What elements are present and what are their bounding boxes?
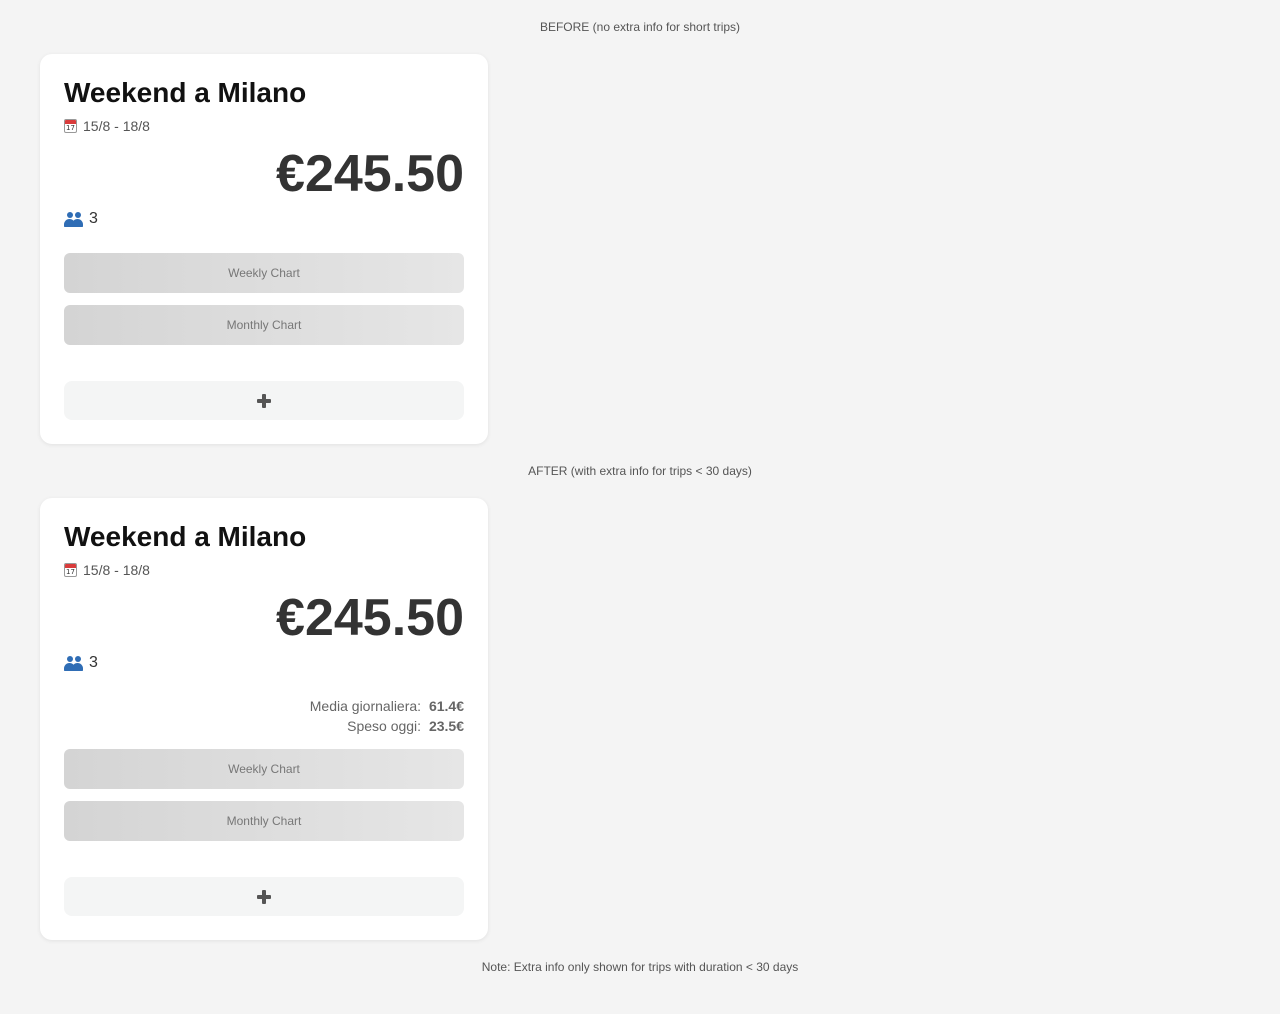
after-caption: AFTER (with extra info for trips < 30 da… [528,464,752,478]
trip-card-after: Weekend a Milano 15/8 - 18/8 €245.50 3 M… [40,498,488,940]
people-icon [64,211,84,227]
trip-dates-text: 15/8 - 18/8 [83,118,150,134]
people-count-text: 3 [89,654,98,671]
trip-total-amount: €245.50 [276,145,464,203]
calendar-icon [64,563,77,577]
trip-people-count: 3 [64,209,98,229]
spent-today-value: 23.5€ [428,718,464,734]
plus-icon [257,890,271,905]
trip-dates: 15/8 - 18/8 [64,117,150,135]
plus-icon [257,394,271,409]
monthly-chart-button[interactable]: Monthly Chart [64,801,464,841]
trip-dates: 15/8 - 18/8 [64,561,150,579]
add-expense-button[interactable] [64,381,464,420]
spent-today-label: Speso oggi: [347,718,422,734]
before-caption: BEFORE (no extra info for short trips) [539,20,741,34]
spent-today-row: Speso oggi: 23.5€ [310,716,464,736]
trip-total-amount: €245.50 [276,589,464,647]
weekly-chart-button[interactable]: Weekly Chart [64,749,464,789]
add-expense-button[interactable] [64,877,464,916]
extra-info: Media giornaliera: 61.4€ Speso oggi: 23.… [310,696,464,736]
trip-card-before: Weekend a Milano 15/8 - 18/8 €245.50 3 W… [40,54,488,444]
trip-title: Weekend a Milano [64,77,307,108]
trip-title: Weekend a Milano [64,521,307,552]
calendar-icon [64,119,77,133]
daily-average-label: Media giornaliera: [309,698,422,714]
people-count-text: 3 [89,210,98,227]
daily-average-value: 61.4€ [428,698,464,714]
monthly-chart-button[interactable]: Monthly Chart [64,305,464,345]
trip-dates-text: 15/8 - 18/8 [83,562,150,578]
daily-average-row: Media giornaliera: 61.4€ [310,696,464,716]
weekly-chart-button[interactable]: Weekly Chart [64,253,464,293]
people-icon [64,655,84,671]
trip-people-count: 3 [64,653,98,673]
note-caption: Note: Extra info only shown for trips wi… [481,960,799,974]
